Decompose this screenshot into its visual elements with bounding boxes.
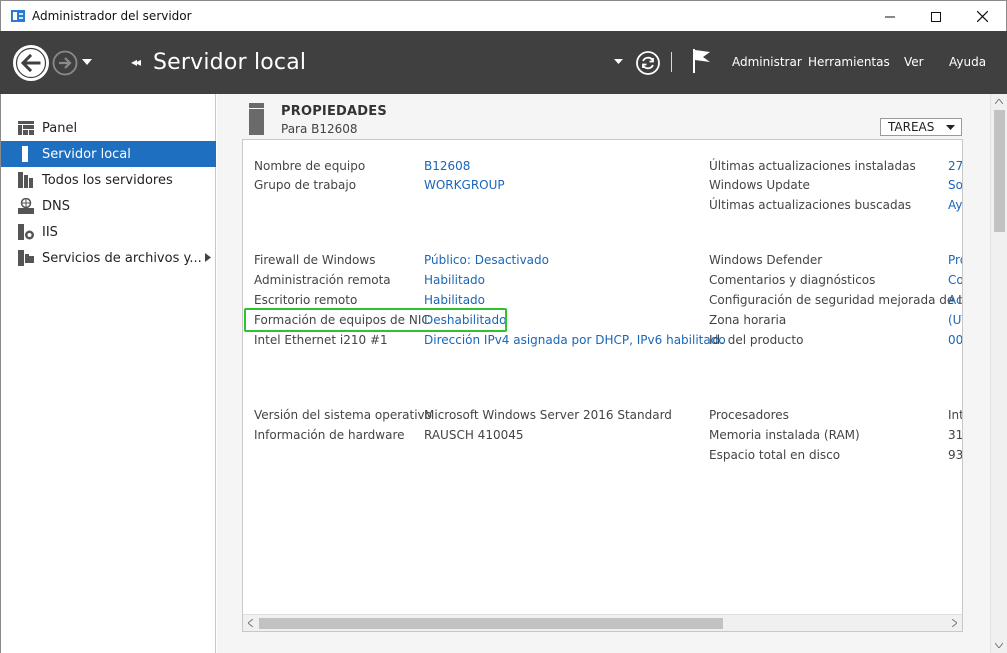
- server-manager-app-icon: [11, 10, 25, 22]
- chevron-down-icon: [946, 125, 955, 130]
- horizontal-scrollbar[interactable]: [243, 614, 962, 631]
- windows-update-link[interactable]: So: [948, 178, 962, 192]
- time-zone-link[interactable]: (UT: [948, 313, 962, 327]
- prop-label: Espacio total en disco: [709, 448, 841, 462]
- menu-administrar[interactable]: Administrar: [732, 55, 802, 69]
- file-services-icon: [17, 250, 35, 266]
- main-content: PROPIEDADES Para B12608 TAREAS Nombre de…: [217, 94, 1007, 653]
- prop-label: Administración remota: [254, 273, 391, 287]
- menu-ver[interactable]: Ver: [904, 55, 924, 69]
- prop-label: Últimas actualizaciones instaladas: [709, 159, 916, 173]
- ie-security-link[interactable]: Ac: [948, 293, 962, 307]
- prop-label: Información de hardware: [254, 428, 405, 442]
- prop-label: Windows Defender: [709, 253, 823, 267]
- remote-desktop-link[interactable]: Habilitado: [424, 293, 485, 307]
- sidebar-item-label: IIS: [42, 224, 58, 240]
- iis-icon: [17, 224, 35, 240]
- vertical-scrollbar[interactable]: [990, 94, 1007, 653]
- prop-label: Escritorio remoto: [254, 293, 358, 307]
- server-icon: [17, 146, 35, 162]
- properties-server-icon: [249, 103, 264, 135]
- header-dropdown-icon[interactable]: [614, 59, 623, 64]
- workgroup-link[interactable]: WORKGROUP: [424, 178, 505, 192]
- dns-icon: [17, 198, 35, 214]
- back-button[interactable]: [12, 44, 50, 82]
- windows-defender-link[interactable]: Pro: [948, 253, 962, 267]
- os-version-value: Microsoft Windows Server 2016 Standard: [424, 408, 672, 422]
- prop-label: Últimas actualizaciones buscadas: [709, 198, 912, 212]
- close-icon: [976, 11, 988, 22]
- sidebar-item-panel[interactable]: Panel: [1, 115, 216, 141]
- scroll-right-icon[interactable]: [952, 619, 957, 627]
- dashboard-icon: [17, 120, 35, 136]
- window-titlebar: Administrador del servidor: [0, 0, 1007, 31]
- sidebar-item-dns[interactable]: DNS: [1, 193, 216, 219]
- sidebar-item-label: Todos los servidores: [42, 172, 173, 188]
- properties-title: PROPIEDADES: [281, 104, 387, 119]
- servers-icon: [17, 172, 35, 188]
- prop-label: Grupo de trabajo: [254, 178, 357, 192]
- sidebar-item-label: Panel: [42, 120, 78, 136]
- sidebar-item-label: DNS: [42, 198, 70, 214]
- sidebar-item-servidor-local[interactable]: Servidor local: [1, 141, 216, 167]
- sidebar-item-servicios-de-archivos[interactable]: Servicios de archivos y...: [1, 245, 216, 271]
- prop-label: Versión del sistema operativo: [254, 408, 432, 422]
- prop-label: Memoria instalada (RAM): [709, 428, 860, 442]
- sidebar-item-label: Servicios de archivos y...: [42, 250, 202, 266]
- remote-management-link[interactable]: Habilitado: [424, 273, 485, 287]
- last-updates-checked-link[interactable]: Ay: [948, 198, 962, 212]
- ethernet-link[interactable]: Dirección IPv4 asignada por DHCP, IPv6 h…: [424, 333, 726, 347]
- expand-arrow-icon[interactable]: [205, 253, 211, 262]
- prop-label: Zona horaria: [709, 313, 787, 327]
- history-dropdown-icon[interactable]: [82, 59, 92, 65]
- scroll-down-icon[interactable]: [995, 643, 1003, 648]
- menu-herramientas[interactable]: Herramientas: [808, 55, 890, 69]
- disk-space-value: 93: [948, 448, 963, 462]
- horizontal-scroll-thumb[interactable]: [259, 618, 723, 629]
- close-button[interactable]: [959, 1, 1005, 32]
- product-id-link[interactable]: 00: [948, 333, 962, 347]
- tasks-dropdown[interactable]: TAREAS: [880, 118, 962, 136]
- scroll-up-icon[interactable]: [995, 99, 1003, 104]
- properties-subtitle: Para B12608: [281, 122, 358, 136]
- sidebar-item-label: Servidor local: [42, 146, 131, 162]
- breadcrumb-chevron-icon: ◂◂: [131, 55, 141, 69]
- prop-label: Firewall de Windows: [254, 253, 376, 267]
- page-header: ◂◂ Servidor local Administrar Herramient…: [0, 31, 1007, 94]
- nic-teaming-highlight: [244, 308, 507, 332]
- menu-ayuda[interactable]: Ayuda: [949, 55, 986, 69]
- prop-label: Intel Ethernet i210 #1: [254, 333, 388, 347]
- sidebar-item-iis[interactable]: IIS: [1, 219, 216, 245]
- feedback-diagnostics-link[interactable]: Co: [948, 273, 962, 287]
- minimize-button[interactable]: [867, 1, 913, 32]
- prop-label: Comentarios y diagnósticos: [709, 273, 876, 287]
- properties-panel: Nombre de equipo Grupo de trabajo Firewa…: [242, 139, 963, 632]
- scroll-left-icon[interactable]: [248, 619, 253, 627]
- last-updates-installed-link[interactable]: 27: [948, 159, 962, 173]
- prop-label: Windows Update: [709, 178, 810, 192]
- page-title: Servidor local: [153, 50, 307, 75]
- header-separator: [671, 52, 672, 72]
- minimize-icon: [885, 16, 895, 17]
- prop-label: Configuración de seguridad mejorada de I…: [709, 293, 963, 307]
- window-title: Administrador del servidor: [32, 9, 192, 23]
- maximize-icon: [931, 11, 941, 22]
- notifications-flag-icon[interactable]: [692, 48, 712, 74]
- forward-button[interactable]: [52, 50, 78, 76]
- refresh-icon[interactable]: [635, 50, 661, 76]
- prop-label: Id. del producto: [709, 333, 804, 347]
- computer-name-link[interactable]: B12608: [424, 159, 470, 173]
- tasks-label: TAREAS: [888, 120, 935, 134]
- sidebar: Panel Servidor local Todos los servidore…: [0, 94, 216, 653]
- processors-value: Int: [948, 408, 963, 422]
- firewall-link[interactable]: Público: Desactivado: [424, 253, 549, 267]
- maximize-button[interactable]: [913, 1, 959, 32]
- vertical-scroll-thumb[interactable]: [994, 110, 1005, 232]
- prop-label: Procesadores: [709, 408, 789, 422]
- prop-label: Nombre de equipo: [254, 159, 366, 173]
- memory-value: 31: [948, 428, 963, 442]
- sidebar-item-todos-los-servidores[interactable]: Todos los servidores: [1, 167, 216, 193]
- hardware-info-value: RAUSCH 410045: [424, 428, 524, 442]
